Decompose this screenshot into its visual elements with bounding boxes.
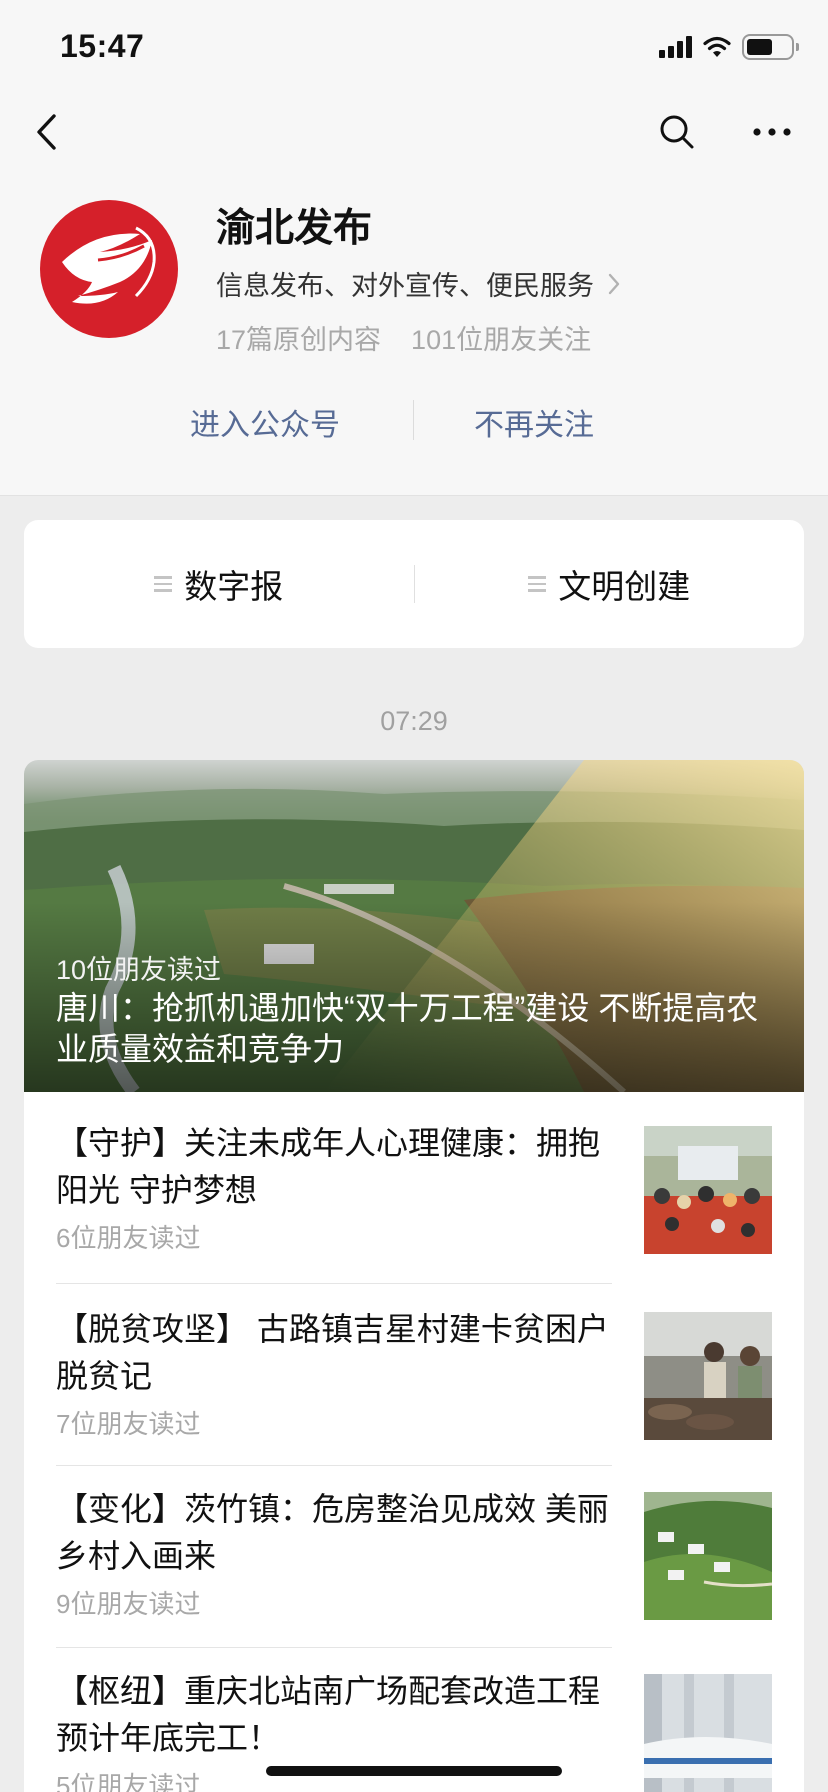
account-logo-icon — [62, 226, 156, 304]
original-count: 17篇原创内容 — [216, 325, 382, 355]
article-title: 【枢纽】重庆北站南广场配套改造工程预计年底完工！ — [56, 1673, 601, 1756]
account-name: 渝北发布 — [216, 207, 373, 250]
unfollow-button[interactable]: 不再关注 — [474, 400, 594, 444]
article-thumbnail — [644, 1312, 772, 1440]
article-thumbnail — [644, 1674, 772, 1792]
hero-readers: 10位朋友读过 — [56, 955, 222, 985]
article-group-card: 10位朋友读过 唐川：抢抓机遇加快“双十万工程”建设 不断提高农业质量效益和竞争… — [24, 760, 804, 1792]
status-icons — [659, 34, 799, 60]
article-thumbnail — [644, 1492, 772, 1620]
friends-follow-count: 101位朋友关注 — [411, 325, 592, 355]
enter-account-button[interactable]: 进入公众号 — [190, 400, 340, 444]
account-avatar[interactable] — [40, 200, 178, 338]
article-readers: 7位朋友读过 — [56, 1409, 201, 1439]
article-title: 【变化】茨竹镇：危房整治见成效 美丽乡村入画来 — [56, 1491, 609, 1574]
menu-item-civilization[interactable]: 文明创建 — [415, 560, 805, 608]
chevron-left-icon — [37, 114, 56, 150]
menu-list-icon — [528, 576, 547, 592]
wifi-icon — [703, 36, 731, 57]
message-timestamp: 07:29 — [380, 706, 448, 736]
article-title: 【脱贫攻坚】 古路镇吉星村建卡贫困户脱贫记 — [56, 1311, 609, 1394]
status-time: 15:47 — [60, 28, 145, 64]
home-indicator[interactable] — [266, 1766, 562, 1776]
search-icon — [660, 115, 694, 149]
search-button[interactable] — [655, 110, 699, 154]
article-divider — [56, 1647, 612, 1648]
chevron-right-icon — [608, 273, 620, 294]
article-readers: 6位朋友读过 — [56, 1223, 201, 1253]
hero-title: 唐川：抢抓机遇加快“双十万工程”建设 不断提高农业质量效益和竞争力 — [56, 990, 759, 1067]
action-divider — [413, 400, 414, 440]
back-button[interactable] — [26, 108, 66, 156]
article-readers: 9位朋友读过 — [56, 1589, 201, 1619]
more-dots-icon — [753, 128, 791, 136]
battery-fill — [747, 39, 773, 55]
account-stats: 17篇原创内容 101位朋友关注 — [216, 318, 591, 357]
menu-list-icon — [154, 576, 173, 592]
account-description: 信息发布、对外宣传、便民服务 — [216, 271, 594, 301]
signal-icon — [659, 36, 692, 58]
account-description-link[interactable]: 信息发布、对外宣传、便民服务 — [216, 264, 620, 303]
menu-item-label: 数字报 — [184, 568, 284, 605]
article-divider — [56, 1283, 612, 1284]
article-thumbnail — [644, 1126, 772, 1254]
article-title: 【守护】关注未成年人心理健康：拥抱阳光 守护梦想 — [56, 1125, 601, 1208]
menu-item-label: 文明创建 — [558, 568, 691, 605]
menu-item-digital-paper[interactable]: 数字报 — [24, 560, 414, 608]
account-menu: 数字报 文明创建 — [24, 520, 804, 648]
battery-icon — [742, 34, 799, 60]
article-divider — [56, 1465, 612, 1466]
more-button[interactable] — [748, 110, 796, 154]
hero-article[interactable]: 10位朋友读过 唐川：抢抓机遇加快“双十万工程”建设 不断提高农业质量效益和竞争… — [24, 760, 804, 1092]
